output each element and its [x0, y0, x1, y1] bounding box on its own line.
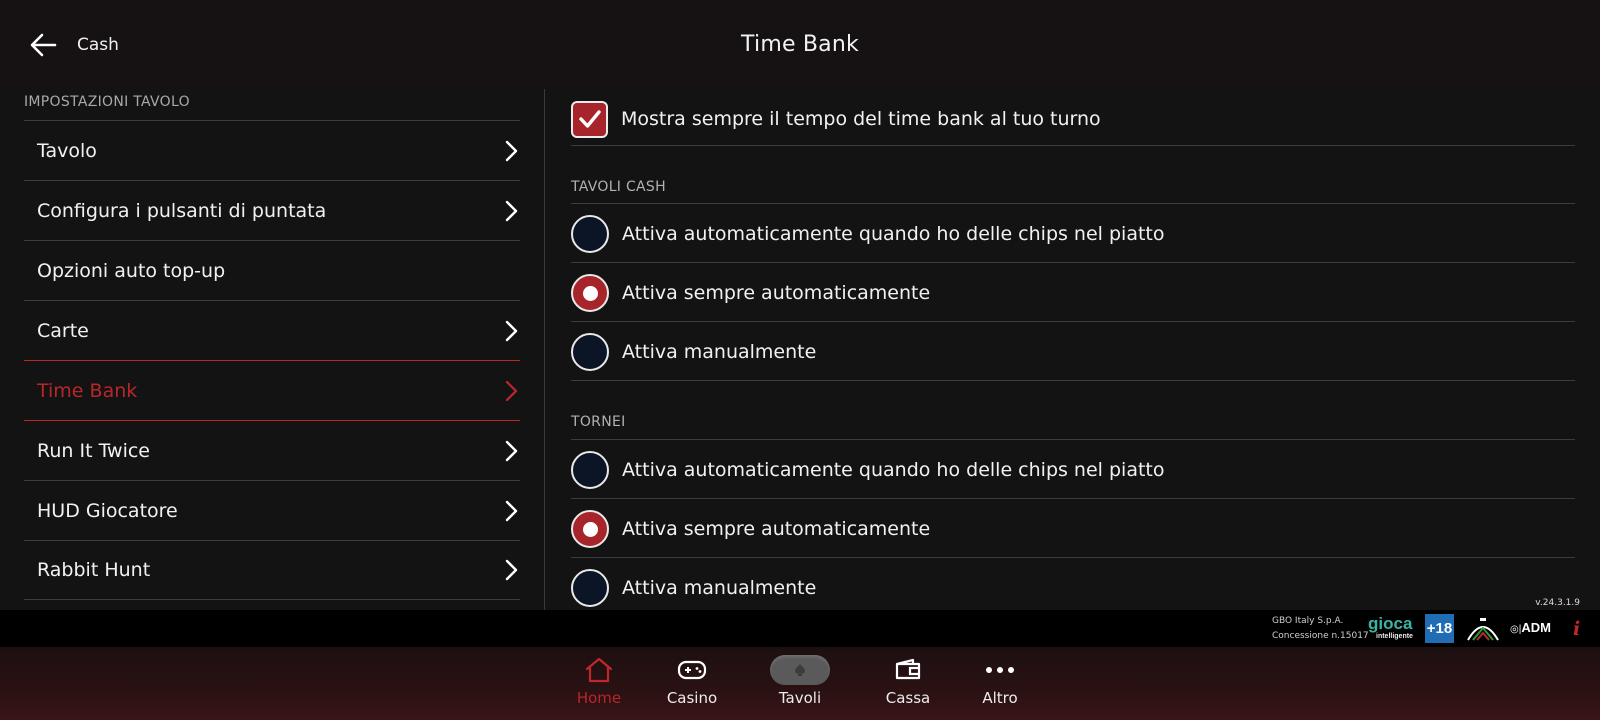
bottom-nav: Home Casino Tavoli Cassa Altro — [0, 647, 1600, 720]
sidebar-item-label: Tavolo — [37, 139, 97, 162]
cash-group-title: TAVOLI CASH — [571, 179, 666, 195]
sidebar-item-pulsanti-puntata[interactable]: Configura i pulsanti di puntata — [24, 180, 520, 240]
app-root: Cash Time Bank IMPOSTAZIONI TAVOLO Tavol… — [0, 0, 1600, 720]
adm-seal-icon: ◎| — [1510, 624, 1522, 635]
tournament-group-title: TORNEI — [571, 414, 626, 430]
nav-casino[interactable]: Casino — [652, 647, 732, 720]
nav-label: Casino — [666, 689, 718, 707]
legal-text: GBO Italy S.p.A. Concessione n.15017 — [1272, 614, 1369, 644]
show-timebank-row[interactable]: Mostra sempre il tempo del time bank al … — [571, 89, 1575, 149]
chevron-right-icon — [505, 559, 518, 581]
option-label: Attiva automaticamente quando ho delle c… — [622, 223, 1165, 245]
info-icon[interactable]: i — [1573, 618, 1580, 640]
sidebar-item-label: Carte — [37, 319, 89, 342]
back-button[interactable]: Cash — [28, 27, 119, 63]
nav-home[interactable]: Home — [559, 647, 639, 720]
nav-label: Tavoli — [778, 689, 822, 707]
adm-label: ADM — [1521, 620, 1551, 635]
version-label: v.24.3.1.9 — [1535, 598, 1580, 608]
sidebar-section-title: IMPOSTAZIONI TAVOLO — [24, 94, 190, 110]
nav-label: Altro — [982, 689, 1018, 707]
option-label: Attiva sempre automaticamente — [622, 282, 931, 304]
sidebar-item-rabbit-hunt[interactable]: Rabbit Hunt — [24, 540, 520, 600]
header-bar: Cash Time Bank — [0, 0, 1600, 89]
back-label: Cash — [77, 35, 119, 55]
sidebar-item-run-it-twice[interactable]: Run It Twice — [24, 420, 520, 480]
company-name: GBO Italy S.p.A. — [1272, 616, 1344, 626]
arrow-left-icon — [30, 33, 57, 57]
sidebar-item-hud-giocatore[interactable]: HUD Giocatore — [24, 480, 520, 540]
sidebar-item-label: Time Bank — [37, 379, 138, 402]
radio-button-selected[interactable] — [571, 510, 609, 548]
option-label: Attiva sempre automaticamente — [622, 518, 931, 540]
concession-number: Concessione n.15017 — [1272, 631, 1369, 641]
sidebar-item-label: HUD Giocatore — [37, 499, 178, 522]
gioca-intelligente-logo[interactable]: gioca intelligente — [1368, 614, 1418, 644]
time-bank-settings: Mostra sempre il tempo del time bank al … — [545, 89, 1600, 610]
chevron-right-icon — [505, 500, 518, 521]
show-timebank-checkbox[interactable] — [571, 100, 608, 138]
adm-emblem-icon — [1467, 618, 1499, 641]
cash-option-manual[interactable]: Attiva manualmente — [571, 322, 1575, 382]
radio-dot — [582, 521, 598, 537]
chevron-right-icon — [505, 440, 518, 461]
cash-option-always-auto[interactable]: Attiva sempre automaticamente — [571, 263, 1575, 323]
radio-dot — [582, 285, 598, 301]
gamepad-icon — [676, 655, 708, 685]
nav-altro[interactable]: Altro — [960, 647, 1040, 720]
nav-cassa[interactable]: Cassa — [868, 647, 948, 720]
checkmark-icon — [578, 110, 601, 128]
tournament-option-manual[interactable]: Attiva manualmente — [571, 558, 1575, 610]
option-label: Attiva automaticamente quando ho delle c… — [622, 459, 1165, 481]
more-icon — [984, 655, 1016, 685]
option-label: Attiva manualmente — [622, 577, 817, 599]
nav-tavoli[interactable]: Tavoli — [760, 647, 840, 720]
sidebar-item-label: Rabbit Hunt — [37, 559, 151, 581]
tavoli-icon-wrap — [770, 655, 830, 685]
radio-button-selected[interactable] — [571, 274, 609, 312]
sidebar-item-tavolo[interactable]: Tavolo — [24, 120, 520, 180]
sidebar-item-label: Opzioni auto top-up — [37, 259, 226, 282]
poker-chip-icon — [770, 655, 830, 685]
sidebar-item-auto-topup[interactable]: Opzioni auto top-up — [24, 240, 520, 300]
age-18-badge: +18 — [1425, 614, 1454, 643]
gioca-logo-sub: intelligente — [1376, 633, 1413, 640]
page-title: Time Bank — [741, 32, 859, 57]
sidebar-item-time-bank[interactable]: Time Bank — [24, 360, 520, 420]
sidebar-item-label: Configura i pulsanti di puntata — [37, 199, 327, 222]
nav-label: Cassa — [885, 689, 931, 707]
adm-logo: ◎|ADM — [1510, 620, 1551, 635]
option-label: Attiva manualmente — [622, 341, 817, 363]
sidebar-item-carte[interactable]: Carte — [24, 300, 520, 360]
tournament-option-always-auto[interactable]: Attiva sempre automaticamente — [571, 499, 1575, 559]
tournament-option-auto-chips[interactable]: Attiva automaticamente quando ho delle c… — [571, 440, 1575, 500]
chevron-right-icon — [505, 200, 518, 221]
gioca-logo-text: gioca — [1368, 614, 1413, 633]
chevron-right-icon — [505, 140, 518, 161]
radio-button[interactable] — [571, 451, 609, 489]
radio-button[interactable] — [571, 569, 609, 607]
nav-label: Home — [576, 689, 622, 707]
wallet-icon — [893, 655, 923, 685]
chevron-right-icon — [505, 380, 518, 401]
cash-option-auto-chips[interactable]: Attiva automaticamente quando ho delle c… — [571, 204, 1575, 264]
settings-menu: Tavolo Configura i pulsanti di puntata O… — [24, 120, 520, 600]
chevron-right-icon — [505, 320, 518, 341]
show-timebank-label: Mostra sempre il tempo del time bank al … — [621, 108, 1101, 130]
radio-button[interactable] — [571, 215, 609, 253]
settings-sidebar: IMPOSTAZIONI TAVOLO Tavolo Configura i p… — [0, 89, 545, 610]
home-icon — [584, 655, 614, 685]
divider — [571, 145, 1575, 146]
divider — [571, 380, 1575, 381]
radio-button[interactable] — [571, 333, 609, 371]
sidebar-item-label: Run It Twice — [37, 439, 150, 462]
